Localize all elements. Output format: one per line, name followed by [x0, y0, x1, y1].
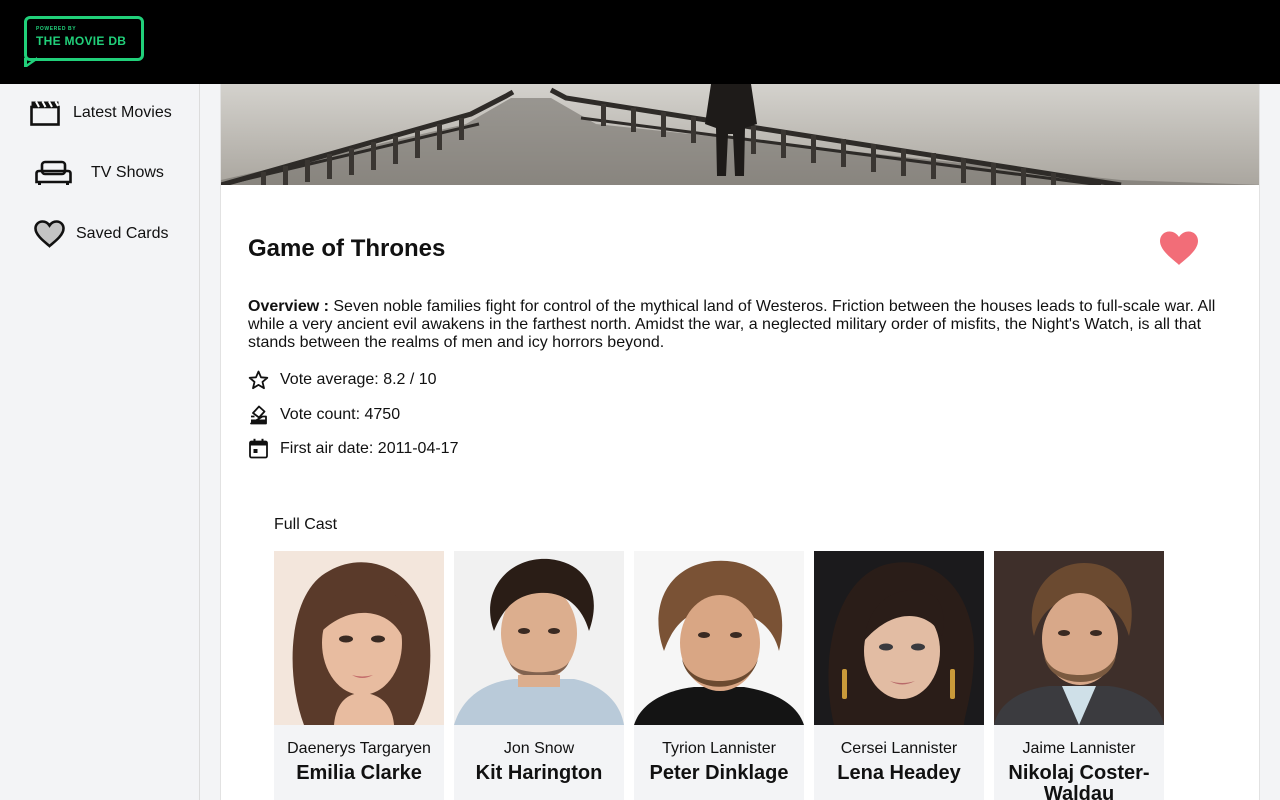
show-detail-panel: Game of Thrones Overview : Seven noble f…	[220, 84, 1260, 800]
cast-character: Cersei Lannister	[840, 740, 958, 757]
top-bar: POWERED BY THE MOVIE DB	[0, 0, 1280, 84]
cast-card[interactable]: Tyrion Lannister Peter Dinklage	[634, 551, 804, 800]
ballot-box-icon	[248, 404, 280, 425]
backdrop-image	[221, 84, 1259, 185]
cast-card[interactable]: Jaime Lannister Nikolaj Coster-Waldau	[994, 551, 1164, 800]
calendar-icon	[248, 438, 280, 459]
vote-count-text: Vote count: 4750	[280, 405, 401, 423]
overview-paragraph: Overview : Seven noble families fight fo…	[248, 298, 1238, 352]
cast-actor: Peter Dinklage	[649, 762, 789, 784]
cast-character: Jaime Lannister	[1022, 740, 1136, 757]
sidebar-item-label: TV Shows	[91, 164, 164, 181]
cast-card[interactable]: Cersei Lannister Lena Headey	[814, 551, 984, 800]
vote-average-text: Vote average: 8.2 / 10	[280, 371, 437, 388]
tmdb-logo[interactable]: POWERED BY THE MOVIE DB	[24, 16, 144, 67]
clapperboard-icon	[30, 100, 60, 126]
first-air-date-text: First air date: 2011-04-17	[280, 439, 459, 457]
heart-outline-icon	[34, 220, 65, 248]
cast-photo	[634, 551, 804, 725]
logo-speech-tail	[24, 58, 36, 67]
overview-label: Overview :	[248, 298, 329, 315]
cast-character: Jon Snow	[503, 740, 575, 757]
show-title: Game of Thrones	[248, 235, 446, 262]
sidebar-item-latest-movies[interactable]: Latest Movies	[30, 100, 172, 126]
favorite-button[interactable]	[1159, 230, 1199, 271]
logo-powered-by: POWERED BY	[36, 26, 77, 32]
full-cast-heading: Full Cast	[274, 516, 338, 533]
cast-actor: Kit Harington	[475, 762, 603, 784]
cast-character: Daenerys Targaryen	[287, 740, 431, 757]
couch-icon	[35, 160, 72, 186]
cast-character: Tyrion Lannister	[662, 740, 776, 757]
sidebar-item-tv-shows[interactable]: TV Shows	[35, 160, 164, 186]
cast-actor: Emilia Clarke	[296, 762, 422, 784]
vote-average-row: Vote average: 8.2 / 10	[248, 370, 437, 390]
sidebar-item-label: Latest Movies	[73, 104, 172, 121]
cast-actor: Lena Headey	[837, 762, 961, 784]
sidebar-item-label: Saved Cards	[76, 225, 169, 242]
first-air-date-row: First air date: 2011-04-17	[248, 438, 458, 459]
cast-card[interactable]: Jon Snow Kit Harington	[454, 551, 624, 800]
vote-count-row: Vote count: 4750	[248, 404, 400, 425]
cast-card[interactable]: Daenerys Targaryen Emilia Clarke	[274, 551, 444, 800]
cast-photo	[274, 551, 444, 725]
cast-actor: Nikolaj Coster-Waldau	[1008, 762, 1150, 800]
logo-the-movie-db: THE MOVIE DB	[36, 34, 127, 48]
cast-photo	[994, 551, 1164, 725]
cast-photo	[454, 551, 624, 725]
cast-photo	[814, 551, 984, 725]
overview-text: Seven noble families fight for control o…	[248, 298, 1216, 351]
heart-filled-icon	[1159, 231, 1199, 270]
sidebar-item-saved-cards[interactable]: Saved Cards	[34, 220, 169, 248]
sidebar: Latest Movies TV Shows Saved Cards	[0, 84, 200, 800]
star-icon	[248, 370, 280, 390]
